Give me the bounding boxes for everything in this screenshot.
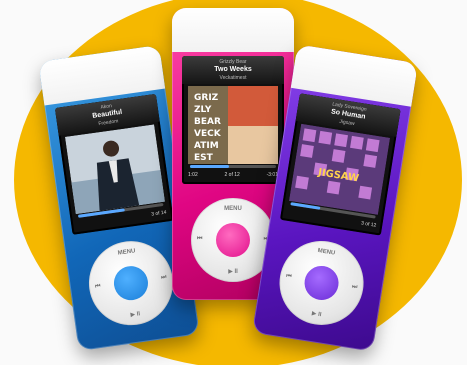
elapsed-time (287, 209, 288, 215)
art-text-2: ZLY (194, 105, 212, 115)
click-wheel[interactable]: MENU ⏮ ⏭ ▶ II (83, 235, 179, 331)
song-title: Two Weeks (214, 66, 252, 73)
art-text-3: BEAR (194, 117, 221, 127)
track-index: 3 of 12 (360, 220, 377, 229)
screen: Grizzly Bear Two Weeks Veckatimest GRIZ … (182, 56, 284, 184)
elapsed-time: 1:02 (188, 172, 198, 178)
product-photo: Akon Beautiful Freedom 3 of 14 MENU ⏮ ⏭ … (0, 0, 467, 365)
album-art-jigsaw: JIGSAW (288, 123, 391, 215)
center-button[interactable] (216, 223, 250, 257)
play-pause-icon[interactable]: ▶ II (93, 305, 177, 324)
center-button[interactable] (302, 263, 341, 303)
white-cap (172, 8, 294, 52)
artist-label: Grizzly Bear (219, 59, 247, 65)
click-wheel[interactable]: MENU ⏮ ⏭ ▶ II (273, 234, 370, 331)
menu-button[interactable]: MENU (284, 243, 368, 262)
elapsed-time (77, 222, 78, 228)
now-playing-header: Grizzly Bear Two Weeks Veckatimest (182, 56, 284, 84)
track-index: 3 of 14 (150, 209, 167, 218)
track-index: 2 of 12 (224, 172, 240, 178)
art-text-4: VECK (194, 129, 222, 139)
previous-track-icon[interactable]: ⏮ (95, 283, 101, 291)
next-track-icon[interactable]: ⏭ (351, 284, 357, 292)
album-art-akon (64, 124, 165, 215)
art-text-1: GRIZ (194, 93, 219, 103)
play-pause-icon[interactable]: ▶ II (275, 304, 359, 324)
menu-button[interactable]: MENU (191, 206, 275, 212)
art-text-6: EST (194, 153, 214, 163)
previous-track-icon[interactable]: ⏮ (197, 236, 202, 243)
center-button[interactable] (111, 263, 151, 303)
screen: Lady Sovereign So Human Jigsaw JIGSAW 3 … (279, 93, 401, 236)
previous-track-icon[interactable]: ⏮ (286, 273, 292, 281)
menu-button[interactable]: MENU (85, 244, 169, 262)
track-times: 1:02 2 of 12 -3:01 (188, 172, 278, 178)
progress-bar (190, 165, 276, 168)
screen: Akon Beautiful Freedom 3 of 14 (54, 93, 174, 235)
album-art-grizzly-bear: GRIZ ZLY BEAR VECK ATIM EST (188, 86, 278, 164)
next-track-icon[interactable]: ⏭ (161, 274, 167, 282)
album-label: Veckatimest (219, 75, 247, 81)
art-text-5: ATIM (194, 141, 219, 151)
